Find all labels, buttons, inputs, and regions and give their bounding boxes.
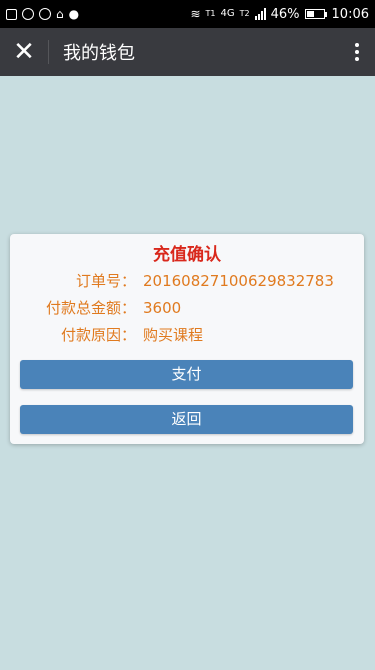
sync-icon	[22, 8, 34, 20]
order-number-value: 2016082710062983278​3	[143, 272, 334, 290]
network-label: 4G	[220, 8, 235, 19]
close-icon[interactable]: ✕	[0, 28, 48, 76]
order-number-row: 订单号： 2016082710062983278​3	[10, 268, 364, 295]
status-notification-icons: ⌂ ●	[6, 8, 79, 20]
more-vertical-icon[interactable]	[339, 28, 375, 76]
battery-icon	[304, 9, 327, 19]
page-title: 我的钱包	[63, 43, 135, 64]
total-amount-value: 3600	[143, 299, 182, 317]
sim2-label: T2	[239, 9, 250, 18]
chat-icon: ●	[68, 7, 80, 21]
payment-reason-row: 付款原因： 购买课程	[10, 322, 364, 349]
recharge-confirm-dialog: 充值确认 订单号： 2016082710062983278​3 付款总金额： 3…	[10, 234, 364, 444]
wifi-icon: ≋	[190, 7, 201, 21]
payment-reason-value: 购买课程	[143, 326, 204, 344]
sim1-label: T1	[205, 9, 216, 18]
app-bar: ✕ 我的钱包	[0, 28, 375, 76]
clean-icon: ⌂	[56, 7, 64, 21]
download-icon	[39, 8, 51, 20]
back-button[interactable]: 返回	[20, 405, 353, 434]
status-bar: ⌂ ● ≋ T1 4G T2 46% 10:06	[0, 0, 375, 28]
signal-icon	[254, 8, 266, 20]
order-number-label: 订单号：	[75, 272, 136, 290]
dialog-title: 充值确认	[153, 245, 221, 265]
battery-percent: 46%	[270, 6, 300, 22]
order-details: 订单号： 2016082710062983278​3 付款总金额： 3600 付…	[10, 268, 364, 349]
total-amount-label: 付款总金额：	[45, 299, 136, 317]
status-system-icons: ≋ T1 4G T2 46% 10:06	[190, 7, 369, 22]
pay-button[interactable]: 支付	[20, 360, 353, 389]
image-icon	[6, 8, 17, 20]
payment-reason-label: 付款原因：	[60, 326, 136, 344]
status-time: 10:06	[331, 6, 369, 22]
app-bar-divider	[48, 40, 49, 64]
total-amount-row: 付款总金额： 3600	[10, 295, 364, 322]
